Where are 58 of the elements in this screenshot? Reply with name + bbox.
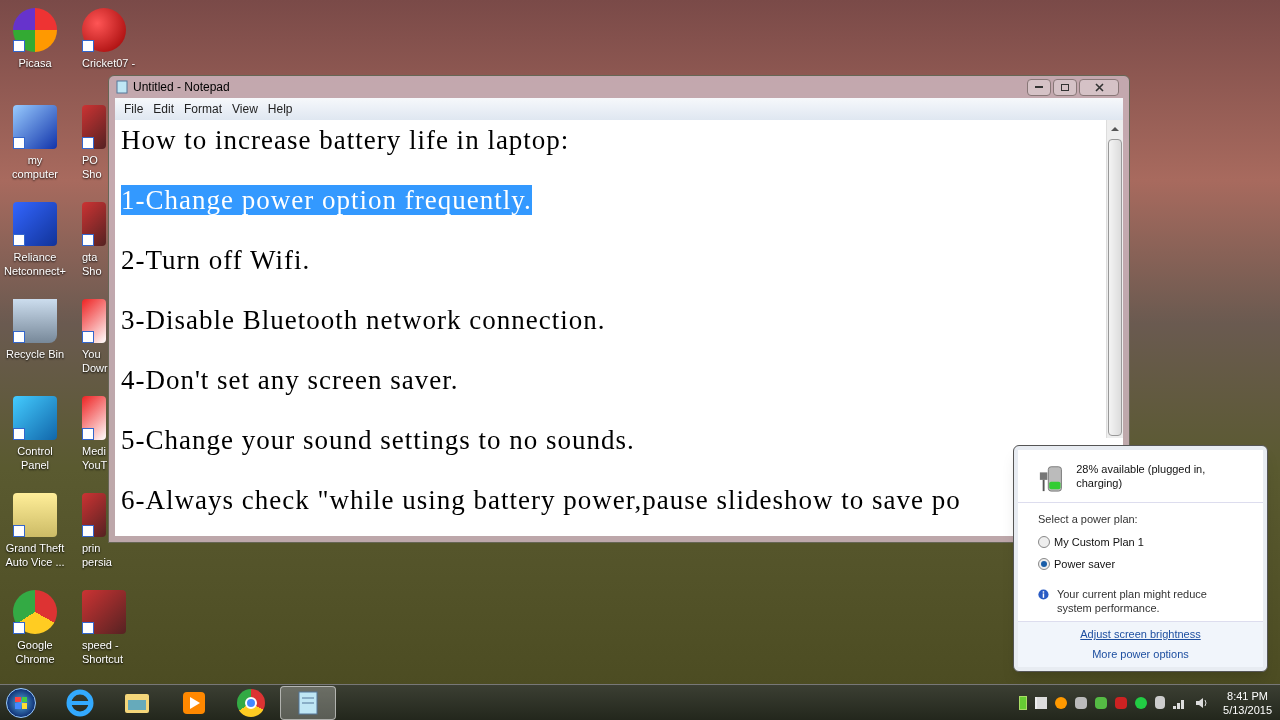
icon-label: speed - Shortcut [82, 638, 123, 666]
shortcut-icon[interactable] [82, 493, 106, 537]
chrome-logo-icon [237, 688, 265, 717]
shortcut-icon[interactable] [82, 396, 106, 440]
battery-status: 28% available (plugged in, charging) [1076, 462, 1207, 490]
menu-item[interactable]: View [227, 100, 263, 118]
menu-item[interactable]: File [119, 100, 149, 118]
icon-label: my computer [12, 153, 58, 181]
tray-status-icon[interactable] [1135, 696, 1148, 709]
text-line: 4-Don't set any screen saver. [121, 365, 459, 395]
icon-label: prin persia [82, 541, 112, 569]
close-button[interactable] [1079, 78, 1119, 96]
browser-e-icon [65, 687, 95, 718]
taskbar-clock[interactable]: 8:41 PM 5/13/2015 [1223, 688, 1272, 717]
flyout-link[interactable]: Adjust screen brightness [1080, 626, 1201, 643]
tray-battery-icon[interactable] [1019, 695, 1028, 710]
shortcut-icon[interactable] [13, 396, 57, 440]
shortcut-icon[interactable] [82, 590, 126, 634]
plan-prompt: Select a power plan: [1038, 512, 1139, 527]
shortcut-icon[interactable] [82, 202, 106, 246]
shortcut-icon[interactable] [82, 105, 106, 149]
shortcut-icon[interactable] [13, 493, 57, 537]
speaker-icon[interactable] [1195, 696, 1210, 709]
menu-item[interactable]: Help [262, 100, 298, 118]
menu-item[interactable]: Edit [148, 100, 180, 118]
plan-notice: Your current plan might reduce system performance. [1056, 586, 1208, 615]
minimize-button[interactable] [1027, 78, 1051, 96]
flyout-link[interactable]: More power options [1092, 645, 1189, 663]
icon-label: Reliance Netconnect+ [3, 250, 67, 278]
text-line: How to increase battery life in laptop: [121, 125, 570, 155]
scrollbar[interactable] [1106, 120, 1123, 438]
icon-label: PO Sho [82, 153, 102, 181]
text-line: 5-Change your sound settings to no sounds. [121, 425, 635, 455]
icon-label: Grand Theft Auto Vice ... [5, 541, 65, 569]
shortcut-icon[interactable] [13, 202, 57, 246]
icon-label: Control Panel [17, 444, 53, 472]
close-icon [1094, 82, 1104, 92]
shortcut-icon[interactable] [13, 299, 57, 343]
info-icon [1038, 586, 1049, 602]
text-line: 6-Always check "while using battery power,pause slideshow to save po [121, 485, 961, 515]
menu-item[interactable]: Format [179, 100, 228, 118]
icon-label: You Dowr [82, 347, 108, 375]
power-plan-radio[interactable]: Power saver [1038, 556, 1243, 573]
taskbar-app-button[interactable] [280, 685, 336, 720]
window-title: Untitled - Notepad [133, 79, 230, 96]
icon-label: Medi YouT [82, 444, 108, 472]
shortcut-icon[interactable] [82, 299, 106, 343]
text-line: 3-Disable Bluetooth network connection. [121, 305, 606, 335]
icon-label: Google Chrome [15, 638, 55, 666]
maximize-button[interactable] [1053, 78, 1077, 96]
icon-label: gta Sho [82, 250, 102, 278]
shortcut-icon[interactable] [13, 105, 57, 149]
text-line: 2-Turn off Wifi. [121, 245, 311, 275]
icon-label: Cricket07 - [82, 56, 136, 70]
icon-label: Picasa [18, 56, 52, 70]
notepad-icon [115, 80, 129, 94]
icon-label: Recycle Bin [5, 347, 65, 361]
power-plan-radio[interactable]: My Custom Plan 1 [1038, 533, 1243, 550]
